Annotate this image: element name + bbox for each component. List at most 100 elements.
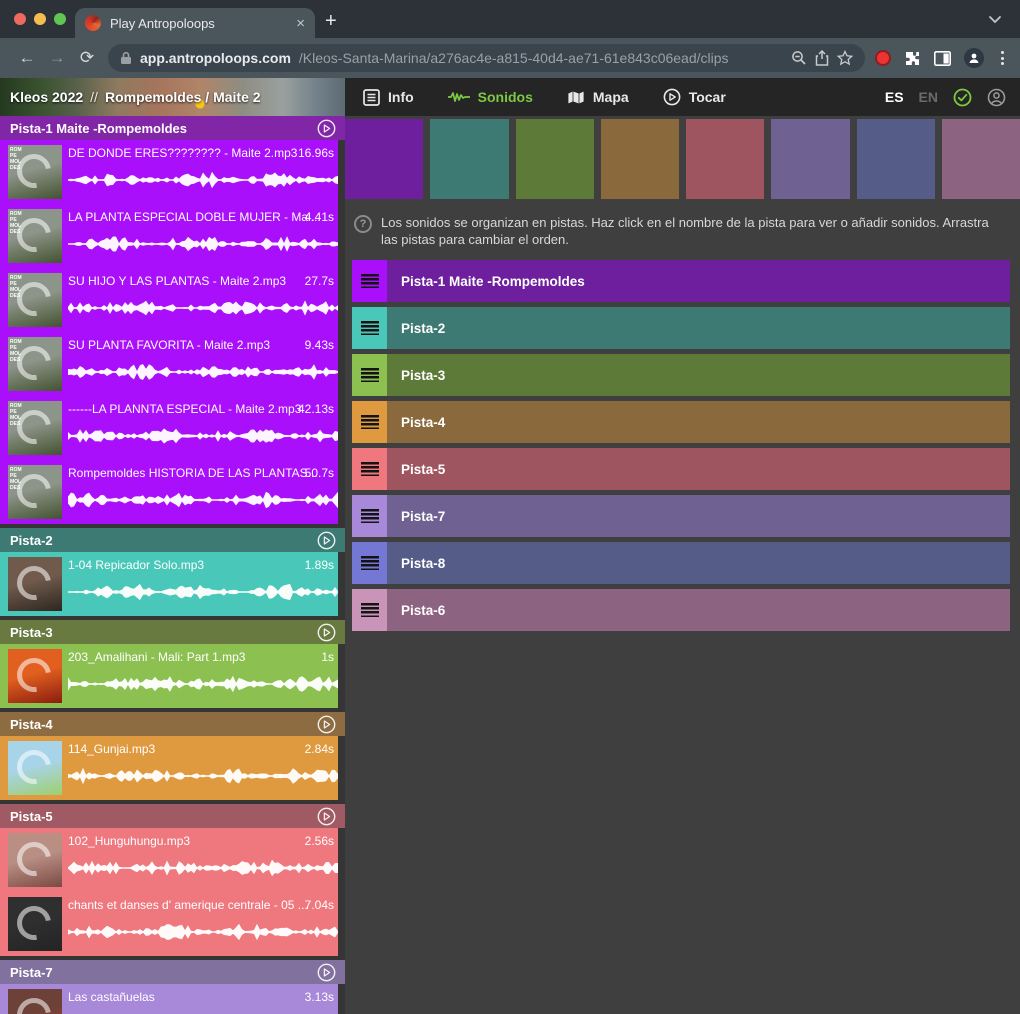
track-header[interactable]: Pista-4 — [0, 712, 345, 736]
pista-row-body[interactable]: Pista-2 — [387, 307, 1010, 349]
track-play-button[interactable] — [317, 807, 336, 826]
pista-row[interactable]: Pista-7 — [352, 495, 1010, 537]
clip-thumbnail[interactable] — [8, 649, 62, 703]
clip-thumbnail[interactable]: ROM PE MOL DES — [8, 401, 62, 455]
clip-item[interactable]: 203_Amalihani - Mali: Part 1.mp3 1s — [0, 644, 338, 708]
bookmark-star-icon[interactable] — [837, 50, 853, 66]
waveform[interactable] — [68, 171, 338, 189]
fullscreen-window-button[interactable] — [54, 13, 66, 25]
nav-item-info[interactable]: Info — [363, 89, 414, 106]
pista-row[interactable]: Pista-3 — [352, 354, 1010, 396]
pista-row[interactable]: Pista-5 — [352, 448, 1010, 490]
drag-handle[interactable] — [352, 260, 387, 302]
track-color-swatch[interactable] — [686, 119, 764, 199]
clip-item[interactable]: chants et danses d' amerique centrale - … — [0, 892, 338, 956]
track-color-swatch[interactable] — [345, 119, 423, 199]
reload-button[interactable]: ⟳ — [72, 48, 102, 68]
drag-handle[interactable] — [352, 542, 387, 584]
drag-handle[interactable] — [352, 401, 387, 443]
track-header[interactable]: Pista-5 — [0, 804, 345, 828]
pista-row-body[interactable]: Pista-6 — [387, 589, 1010, 631]
track-color-swatch[interactable] — [430, 119, 508, 199]
track-play-button[interactable] — [317, 963, 336, 982]
pista-row[interactable]: Pista-2 — [352, 307, 1010, 349]
clip-thumbnail[interactable] — [8, 557, 62, 611]
address-bar[interactable]: app.antropoloops.com/Kleos-Santa-Marina/… — [108, 44, 865, 72]
clip-item[interactable]: 1-04 Repicador Solo.mp3 1.89s — [0, 552, 338, 616]
clip-thumbnail[interactable]: ROM PE MOL DES — [8, 145, 62, 199]
tab-search-chevron-icon[interactable] — [988, 15, 1002, 24]
clip-thumbnail[interactable]: ROM PE MOL DES — [8, 209, 62, 263]
waveform[interactable] — [68, 923, 338, 941]
nav-item-tocar[interactable]: Tocar — [663, 88, 726, 106]
track-header[interactable]: Pista-2 — [0, 528, 345, 552]
drag-handle[interactable] — [352, 307, 387, 349]
clip-item[interactable]: ROM PE MOL DES DE DONDE ERES???????? - M… — [0, 140, 338, 204]
drag-handle[interactable] — [352, 589, 387, 631]
clip-item[interactable]: ROM PE MOL DES SU HIJO Y LAS PLANTAS - M… — [0, 268, 338, 332]
clip-item[interactable]: ROM PE MOL DES LA PLANTA ESPECIAL DOBLE … — [0, 204, 338, 268]
clip-item[interactable]: 114_Gunjai.mp3 2.84s — [0, 736, 338, 800]
waveform[interactable] — [68, 427, 338, 445]
waveform[interactable] — [68, 859, 338, 877]
clip-thumbnail[interactable] — [8, 897, 62, 951]
share-icon[interactable] — [815, 50, 829, 66]
track-play-button[interactable] — [317, 623, 336, 642]
waveform[interactable] — [68, 363, 338, 381]
track-header[interactable]: Pista-3 — [0, 620, 345, 644]
waveform[interactable] — [68, 235, 338, 253]
lang-es-button[interactable]: ES — [885, 89, 904, 105]
clip-thumbnail[interactable]: ROM PE MOL DES — [8, 465, 62, 519]
breadcrumb-project[interactable]: Kleos 2022 — [10, 89, 83, 105]
track-color-swatch[interactable] — [857, 119, 935, 199]
pista-row-body[interactable]: Pista-7 — [387, 495, 1010, 537]
clip-item[interactable]: ROM PE MOL DES Rompemoldes HISTORIA DE L… — [0, 460, 338, 524]
clip-item[interactable]: Las castañuelas 3.13s — [0, 984, 338, 1014]
waveform[interactable] — [68, 675, 338, 693]
track-color-swatch[interactable] — [516, 119, 594, 199]
clip-item[interactable]: 102_Hunguhungu.mp3 2.56s — [0, 828, 338, 892]
track-header[interactable]: Pista-1 Maite -Rompemoldes — [0, 116, 345, 140]
drag-handle[interactable] — [352, 448, 387, 490]
pista-row-body[interactable]: Pista-8 — [387, 542, 1010, 584]
clip-thumbnail[interactable] — [8, 741, 62, 795]
track-play-button[interactable] — [317, 119, 336, 138]
account-icon[interactable] — [987, 88, 1006, 107]
zoom-out-icon[interactable] — [791, 50, 807, 66]
map-thumbnail-breadcrumb[interactable]: Kleos 2022 // Rompemoldes / Maite 2 — [0, 78, 345, 116]
clip-thumbnail[interactable] — [8, 833, 62, 887]
pista-row-body[interactable]: Pista-5 — [387, 448, 1010, 490]
pista-row[interactable]: Pista-8 — [352, 542, 1010, 584]
tab-close-icon[interactable]: × — [296, 16, 305, 31]
track-play-button[interactable] — [317, 531, 336, 550]
pista-row-body[interactable]: Pista-1 Maite -Rompemoldes — [387, 260, 1010, 302]
pista-row[interactable]: Pista-4 — [352, 401, 1010, 443]
waveform[interactable] — [68, 767, 338, 785]
browser-tab[interactable]: Play Antropoloops × — [75, 8, 315, 38]
track-color-swatch[interactable] — [771, 119, 849, 199]
profile-avatar[interactable] — [964, 48, 984, 68]
pista-row-body[interactable]: Pista-3 — [387, 354, 1010, 396]
clip-thumbnail[interactable] — [8, 989, 62, 1014]
lang-en-button[interactable]: EN — [919, 89, 938, 105]
nav-item-mapa[interactable]: Mapa — [567, 89, 629, 105]
pista-row[interactable]: Pista-1 Maite -Rompemoldes — [352, 260, 1010, 302]
forward-button[interactable]: → — [42, 48, 72, 68]
waveform[interactable] — [68, 491, 338, 509]
waveform[interactable] — [68, 299, 338, 317]
new-tab-button[interactable]: + — [325, 11, 337, 31]
breadcrumb-trail[interactable]: Rompemoldes / Maite 2 — [105, 89, 261, 105]
clip-item[interactable]: ROM PE MOL DES ------LA PLANNTA ESPECIAL… — [0, 396, 338, 460]
pista-row-body[interactable]: Pista-4 — [387, 401, 1010, 443]
extensions-puzzle-icon[interactable] — [904, 50, 921, 67]
track-color-swatch[interactable] — [601, 119, 679, 199]
clip-thumbnail[interactable]: ROM PE MOL DES — [8, 337, 62, 391]
track-header[interactable]: Pista-7 — [0, 960, 345, 984]
minimize-window-button[interactable] — [34, 13, 46, 25]
drag-handle[interactable] — [352, 495, 387, 537]
nav-item-sonidos[interactable]: Sonidos — [448, 89, 533, 105]
drag-handle[interactable] — [352, 354, 387, 396]
side-panel-icon[interactable] — [934, 51, 951, 66]
waveform[interactable] — [68, 583, 338, 601]
recording-indicator-icon[interactable] — [875, 50, 891, 66]
